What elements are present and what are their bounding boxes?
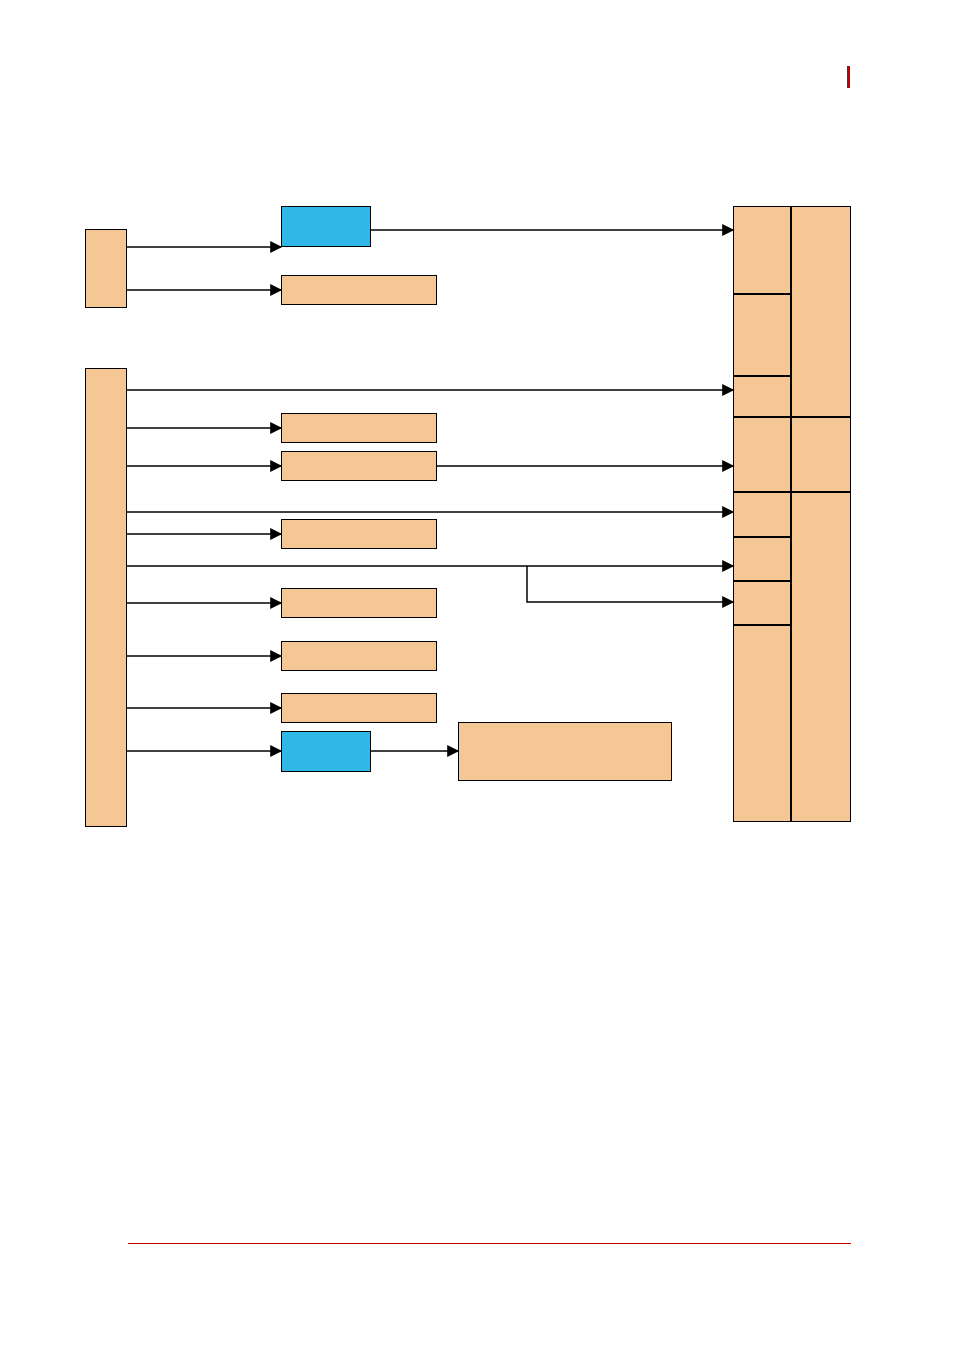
process-cyan-bottom <box>281 731 371 772</box>
right-inner-cell-7 <box>733 625 791 822</box>
right-inner-cell-1 <box>733 206 791 294</box>
mid-box-1 <box>281 413 437 443</box>
mid-box-top <box>281 275 437 305</box>
mid-box-3 <box>281 519 437 549</box>
process-cyan-top <box>281 206 371 247</box>
mid-box-5 <box>281 641 437 671</box>
mid-box-6 <box>281 693 437 723</box>
right-inner-cell-4 <box>733 492 791 537</box>
footer-rule <box>128 1243 851 1244</box>
right-inner-cell-3 <box>733 376 791 417</box>
mid-box-4 <box>281 588 437 618</box>
diagram-page <box>0 0 954 1352</box>
right-outer-cell-1 <box>791 206 851 417</box>
big-output-box <box>458 722 672 781</box>
arrow-10 <box>527 566 733 602</box>
source-left-tall <box>85 368 127 827</box>
right-inner-cell-5 <box>733 537 791 581</box>
source-left-small <box>85 229 127 308</box>
right-band-a <box>733 417 851 492</box>
right-inner-cell-2 <box>733 294 791 376</box>
corner-mark <box>847 66 850 88</box>
mid-box-2 <box>281 451 437 481</box>
right-inner-cell-6 <box>733 581 791 625</box>
right-outer-rest <box>791 492 851 822</box>
